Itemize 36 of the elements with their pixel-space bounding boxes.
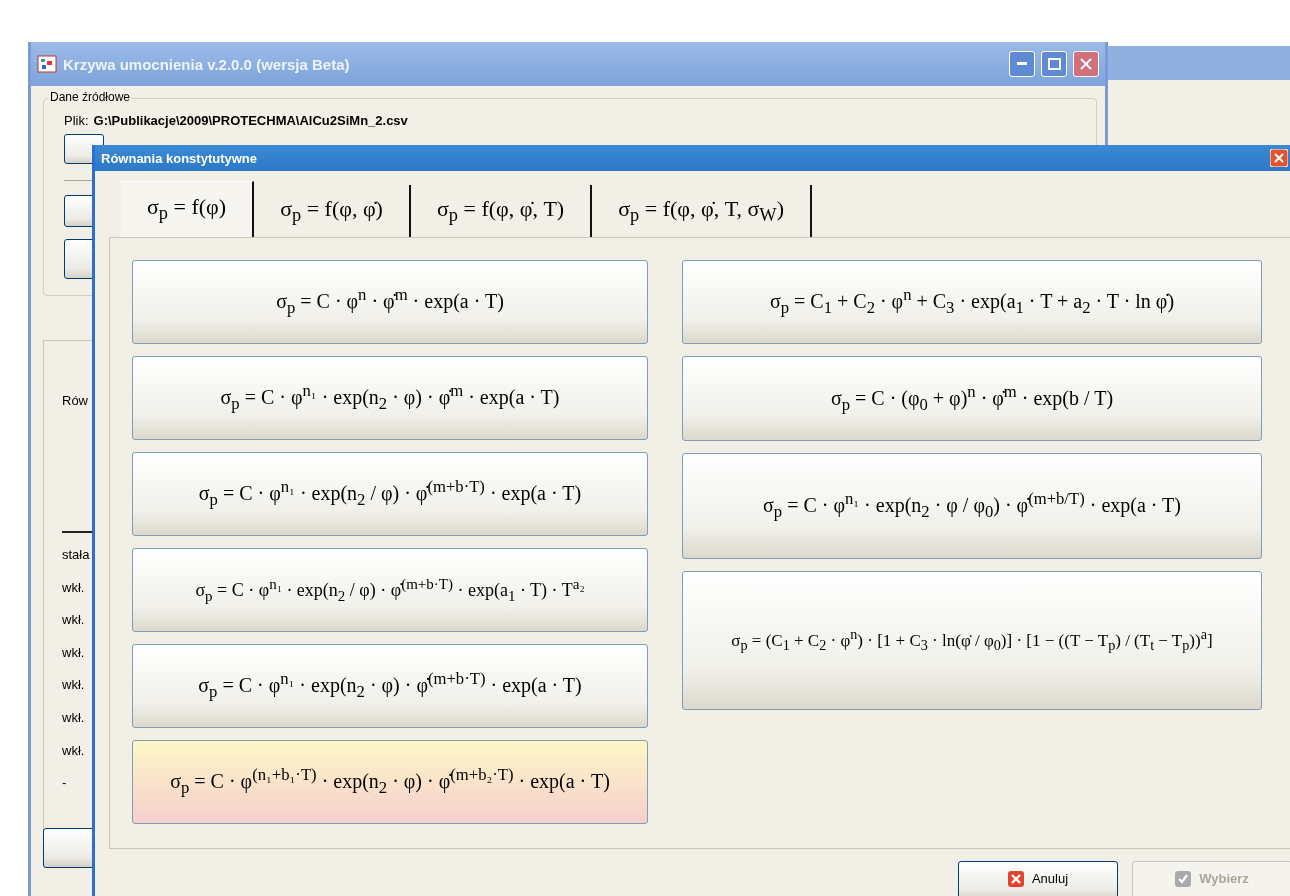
close-button[interactable] [1073, 51, 1099, 77]
close-icon[interactable] [1270, 149, 1288, 167]
equation-button[interactable]: σ$_{p}$ = C · φ$^{n}$ · φ̇$^{m}$ · exp(a · T) [132, 260, 648, 344]
result-label: wkł. [62, 612, 85, 630]
result-label: - [62, 775, 67, 793]
checkmark-icon [1175, 870, 1192, 887]
maximize-icon [1047, 58, 1061, 70]
minimize-icon [1017, 62, 1027, 66]
equation-button[interactable]: σ$_{p}$ = (C$_{1}$ + C$_{2}$ · φ$^{n}$) · [1 + C$_{3}$ · ln(φ̇ / φ$_{0}$)] · [1 − ((T − T$_{p}$) / (T$_{t}$ − T$_{p}$))$^{a}$] [682, 571, 1262, 710]
equation-button[interactable]: σ$_{p}$ = C · φ$^{(n₁+b₁·T)}$ · exp(n$_{2}$ · φ) · φ̇$^{(m+b₂·T)}$ · exp(a · T) [132, 740, 648, 824]
close-icon [1007, 870, 1024, 887]
equation-button[interactable]: σ$_{p}$ = C · φ$^{n₁}$ · exp(n$_{2}$ / φ) · φ̇$^{(m+b·T)}$ · exp(a$_{1}$ · T) · T$^{a₂}$ [132, 548, 648, 632]
equation-button[interactable]: σ$_{p}$ = C$_{1}$ + C$_{2}$ · φ$^{n}$ + C$_{3}$ · exp(a$_{1}$ · T + a$_{2}$ · T · ln φ̇) [682, 260, 1262, 344]
close-icon [1080, 58, 1092, 70]
cancel-button[interactable]: Anuluj [958, 861, 1118, 896]
file-label: Plik: [64, 113, 89, 128]
result-label: wkł. [62, 579, 85, 597]
app-icon [37, 55, 57, 73]
group-title: Dane źródłowe [48, 90, 133, 104]
result-label: wkł. [62, 644, 85, 662]
equation-label: Rów [62, 393, 88, 410]
equation-button[interactable]: σ$_{p}$ = C · φ$^{n₁}$ · exp(n$_{2}$ · φ / φ$_{0}$) · φ̇$^{(m+b/T)}$ · exp(a · T) [682, 453, 1262, 559]
equation-button[interactable]: σ$_{p}$ = C · φ$^{n₁}$ · exp(n$_{2}$ · φ) · φ̇$^{m}$ · exp(a · T) [132, 356, 648, 440]
window-title: Krzywa umocnienia v.2.0.0 (wersja Beta) [63, 55, 350, 73]
dialog-title: Równania konstytutywne [101, 150, 258, 166]
minimize-button[interactable] [1009, 51, 1035, 77]
result-label: wkł. [62, 677, 85, 695]
result-label: wkł. [62, 709, 85, 727]
file-path: G:\Publikacje\2009\PROTECHMA\AlCu2SiMn_2.csv [93, 113, 408, 128]
equation-button[interactable]: σ$_{p}$ = C · (φ$_{0}$ + φ)$^{n}$ · φ̇$^{m}$ · exp(b / T) [682, 356, 1262, 441]
equation-button[interactable]: σ$_{p}$ = C · φ$^{n₁}$ · exp(n$_{2}$ / φ) · φ̇$^{(m+b·T)}$ · exp(a · T) [132, 452, 648, 536]
result-label: stała [62, 547, 90, 564]
result-label: wkł. [62, 742, 85, 760]
maximize-button[interactable] [1041, 51, 1067, 77]
tab[interactable]: σ$_{p}$ = f(φ) [121, 181, 255, 237]
equation-button[interactable]: σ$_{p}$ = C · φ$^{n₁}$ · exp(n$_{2}$ · φ) · φ̇$^{(m+b·T)}$ · exp(a · T) [132, 644, 648, 728]
